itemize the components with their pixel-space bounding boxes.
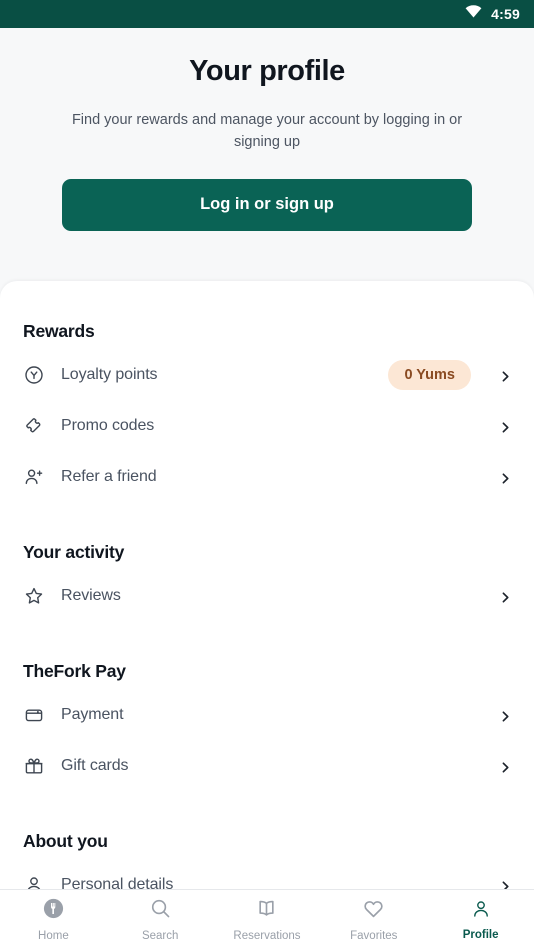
nav-item-home[interactable]: Home bbox=[0, 890, 107, 949]
row-payment[interactable]: Payment bbox=[23, 689, 511, 740]
chevron-right-icon bbox=[500, 369, 511, 382]
wallet-icon bbox=[23, 704, 44, 725]
chevron-right-icon bbox=[500, 471, 511, 484]
nav-item-label: Favorites bbox=[350, 930, 398, 942]
row-gift-cards[interactable]: Gift cards bbox=[23, 740, 511, 791]
section-row-list: Reviews bbox=[23, 570, 511, 621]
row-label: Refer a friend bbox=[61, 467, 157, 485]
row-loyalty-points[interactable]: Loyalty points 0 Yums bbox=[23, 349, 511, 400]
nav-item-reservations[interactable]: Reservations bbox=[214, 890, 321, 949]
profile-sections-card: Rewards Loyalty points 0 Yums Promo codes Re… bbox=[0, 281, 534, 889]
row-label: Personal details bbox=[61, 875, 174, 890]
chevron-right-icon bbox=[500, 879, 511, 889]
nav-item-label: Home bbox=[38, 930, 69, 942]
yums-badge: 0 Yums bbox=[388, 359, 471, 390]
page-subtitle: Find your rewards and manage your accoun… bbox=[71, 111, 463, 151]
section-row-list: Personal details bbox=[23, 859, 511, 889]
row-label: Payment bbox=[61, 705, 124, 723]
nav-item-search[interactable]: Search bbox=[107, 890, 214, 949]
wifi-icon bbox=[465, 5, 482, 23]
heart-icon bbox=[362, 897, 385, 925]
person-icon bbox=[23, 874, 44, 889]
fork-logo-icon bbox=[42, 897, 65, 925]
section-title: TheFork Pay bbox=[23, 661, 126, 681]
row-label: Promo codes bbox=[61, 416, 155, 434]
section-about-you: About you Personal details bbox=[23, 791, 511, 889]
chevron-right-icon bbox=[500, 760, 511, 773]
row-reviews[interactable]: Reviews bbox=[23, 570, 511, 621]
row-refer-a-friend[interactable]: Refer a friend bbox=[23, 451, 511, 502]
section-row-list: Payment Gift cards bbox=[23, 689, 511, 791]
person-icon bbox=[471, 899, 491, 924]
search-icon bbox=[149, 897, 172, 925]
row-label: Loyalty points bbox=[61, 365, 158, 383]
nav-item-label: Profile bbox=[462, 928, 499, 941]
section-your-activity: Your activity Reviews bbox=[23, 502, 511, 621]
section-title: Your activity bbox=[23, 542, 125, 562]
header: Your profile Find your rewards and manag… bbox=[0, 28, 534, 154]
section-row-list: Loyalty points 0 Yums Promo codes Refer a f… bbox=[23, 349, 511, 502]
row-personal-details[interactable]: Personal details bbox=[23, 859, 511, 889]
ticket-icon bbox=[23, 415, 44, 436]
gift-icon bbox=[23, 755, 44, 776]
bottom-navigation: Home Search Reservations Favorites Profile bbox=[0, 889, 534, 949]
section-rewards: Rewards Loyalty points 0 Yums Promo codes Re… bbox=[23, 281, 511, 502]
nav-item-label: Reservations bbox=[233, 930, 301, 942]
chevron-right-icon bbox=[500, 590, 511, 603]
status-time: 4:59 bbox=[491, 6, 520, 22]
chevron-right-icon bbox=[500, 709, 511, 722]
row-promo-codes[interactable]: Promo codes bbox=[23, 400, 511, 451]
status-bar: 4:59 bbox=[0, 0, 534, 28]
row-label: Gift cards bbox=[61, 756, 129, 774]
row-label: Reviews bbox=[61, 586, 121, 604]
star-icon bbox=[23, 585, 44, 606]
nav-item-label: Search bbox=[141, 930, 179, 942]
login-signup-button[interactable]: Log in or sign up bbox=[62, 178, 472, 231]
yums-circle-icon bbox=[23, 364, 44, 385]
chevron-right-icon bbox=[500, 420, 511, 433]
section-title: About you bbox=[23, 831, 108, 851]
section-title: Rewards bbox=[23, 321, 95, 341]
nav-item-profile[interactable]: Profile bbox=[427, 890, 534, 949]
cta-container: Log in or sign up bbox=[0, 154, 534, 231]
book-icon bbox=[255, 897, 278, 925]
section-thefork-pay: TheFork Pay Payment Gift cards bbox=[23, 621, 511, 791]
person-add-icon bbox=[23, 466, 44, 487]
profile-screen: 4:59 Your profile Find your rewards and … bbox=[0, 0, 534, 949]
page-title: Your profile bbox=[189, 55, 345, 87]
nav-item-favorites[interactable]: Favorites bbox=[320, 890, 427, 949]
